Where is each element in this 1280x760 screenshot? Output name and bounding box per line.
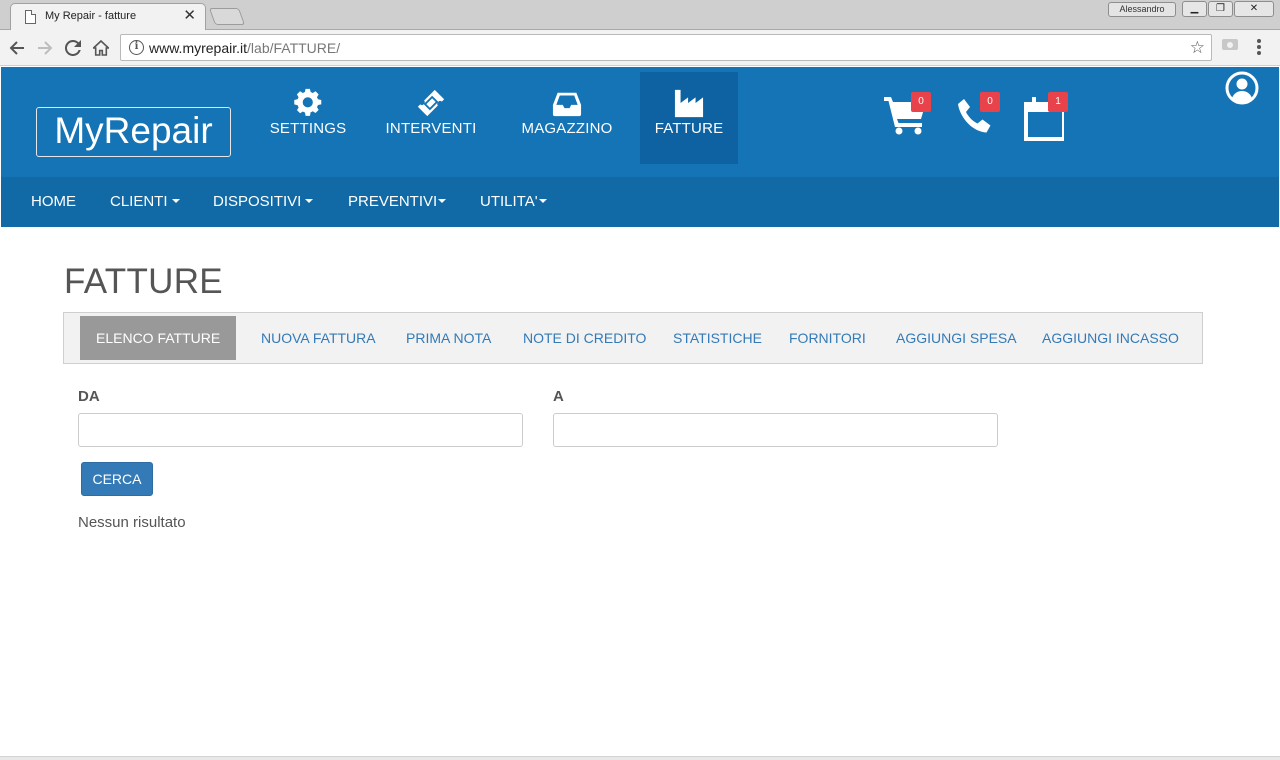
main-nav: HOME CLIENTI DISPOSITIVI PREVENTIVI UTIL… [1,177,1279,227]
arrow-left-icon [9,41,24,55]
module-fatture[interactable]: FATTURE [640,72,738,164]
module-magazzino[interactable]: MAGAZZINO [509,72,625,164]
browser-menu-icon[interactable] [1256,38,1262,56]
window-close-button[interactable]: ✕ [1234,1,1274,17]
to-date-input[interactable] [553,413,998,447]
from-date-label: DA [78,388,100,405]
page-title: FATTURE [64,262,223,301]
module-label: SETTINGS [269,120,347,137]
nav-utilita[interactable]: UTILITA' [480,193,547,210]
camera-icon[interactable] [1222,39,1238,50]
page-icon [25,10,36,24]
arrow-right-icon [38,41,53,55]
ticket-icon [378,88,484,118]
site-header: MyRepair SETTINGS INTERVENTI MAGAZZINO F… [1,67,1279,177]
caret-down-icon [171,199,180,204]
module-label: FATTURE [654,120,724,137]
browser-tab[interactable]: My Repair - fatture ✕ [10,3,206,30]
cart-shortcut[interactable]: 0 [884,92,934,141]
module-settings[interactable]: SETTINGS [263,72,353,164]
from-date-input[interactable] [78,413,523,447]
address-bar[interactable]: i www.myrepair.it/lab/FATTURE/ ☆ [120,34,1212,61]
nav-clienti[interactable]: CLIENTI [110,193,180,210]
tab-fornitori[interactable]: FORNITORI [773,316,882,360]
gear-icon [263,88,353,118]
back-button[interactable] [6,37,28,59]
reload-button[interactable] [62,37,84,59]
home-icon [91,39,111,56]
home-button[interactable] [90,37,112,59]
tab-elenco-fatture[interactable]: ELENCO FATTURE [80,316,237,360]
site-logo[interactable]: MyRepair [36,107,231,157]
forward-button[interactable] [34,37,56,59]
tab-nuova-fattura[interactable]: NUOVA FATTURA [245,316,392,360]
calls-count-badge: 0 [980,92,1000,112]
module-interventi[interactable]: INTERVENTI [378,72,484,164]
browser-toolbar: i www.myrepair.it/lab/FATTURE/ ☆ [0,30,1280,66]
restore-button[interactable]: ❐ [1208,1,1233,17]
invoice-tabs: ELENCO FATTURE NUOVA FATTURA PRIMA NOTA … [63,312,1203,364]
caret-down-icon [305,199,314,204]
minimize-button[interactable]: ▁ [1182,1,1207,17]
reload-icon [64,39,81,56]
inbox-icon [509,88,625,118]
caret-down-icon [538,199,547,204]
tab-statistiche[interactable]: STATISTICHE [657,316,778,360]
nav-preventivi[interactable]: PREVENTIVI [348,193,447,210]
nav-dispositivi[interactable]: DISPOSITIVI [213,193,314,210]
caret-down-icon [438,199,447,204]
tab-note-di-credito[interactable]: NOTE DI CREDITO [507,316,662,360]
new-tab-button[interactable] [208,8,246,25]
module-label: INTERVENTI [385,120,477,137]
nav-home[interactable]: HOME [31,193,76,210]
tab-title: My Repair - fatture [45,10,137,22]
calendar-shortcut[interactable]: 1 [1022,92,1072,141]
phone-shortcut[interactable]: 0 [956,92,1001,141]
user-account-icon[interactable] [1225,71,1259,105]
info-icon[interactable]: i [129,40,144,55]
no-results-message: Nessun risultato [78,514,186,531]
module-label: MAGAZZINO [521,120,613,137]
appointments-count-badge: 1 [1048,92,1068,112]
cart-count-badge: 0 [911,92,931,112]
close-icon[interactable]: ✕ [183,7,196,25]
to-date-label: A [553,388,564,405]
url-text: www.myrepair.it/lab/FATTURE/ [149,40,341,56]
tab-aggiungi-spesa[interactable]: AGGIUNGI SPESA [880,316,1033,360]
profile-button[interactable]: Alessandro [1108,2,1176,17]
factory-icon [640,88,738,118]
tab-prima-nota[interactable]: PRIMA NOTA [390,316,507,360]
browser-tabstrip: My Repair - fatture ✕ Alessandro ▁ ❐ ✕ [0,0,1280,30]
tab-aggiungi-incasso[interactable]: AGGIUNGI INCASSO [1026,316,1195,360]
window-bottom-border [0,756,1280,760]
bookmark-star-icon[interactable]: ☆ [1190,38,1205,58]
search-button[interactable]: CERCA [81,462,153,496]
